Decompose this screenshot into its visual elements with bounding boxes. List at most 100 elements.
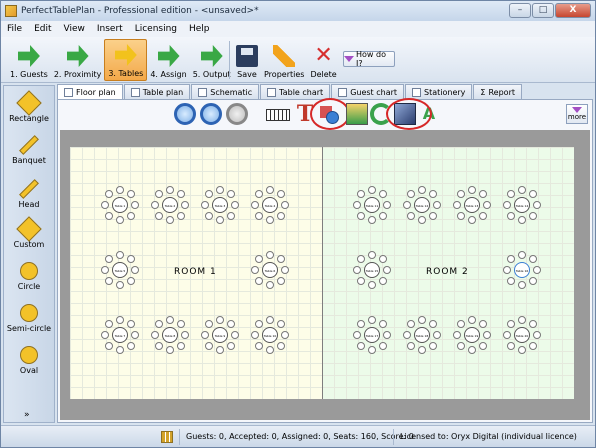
seat[interactable] — [216, 186, 224, 194]
round-table[interactable]: Table 12 — [402, 185, 442, 225]
seat[interactable] — [407, 341, 416, 350]
tab-schematic[interactable]: Schematic — [191, 84, 260, 99]
seat[interactable] — [181, 331, 189, 339]
round-table[interactable]: Table 3 — [200, 185, 240, 225]
seat[interactable] — [357, 276, 366, 285]
seat[interactable] — [503, 266, 511, 274]
seat[interactable] — [166, 186, 174, 194]
seat[interactable] — [468, 346, 476, 354]
step-guests-button[interactable]: 1. Guests — [7, 39, 51, 81]
seat[interactable] — [231, 201, 239, 209]
seat[interactable] — [383, 266, 391, 274]
seat[interactable] — [131, 201, 139, 209]
round-table[interactable]: Table 6 — [250, 250, 290, 290]
palette-semicircle[interactable]: Semi-circle — [4, 304, 54, 333]
seat[interactable] — [255, 190, 264, 199]
seat[interactable] — [251, 201, 259, 209]
seat[interactable] — [266, 251, 274, 259]
palette-head[interactable]: Head — [4, 178, 54, 209]
seat[interactable] — [453, 201, 461, 209]
menu-view[interactable]: View — [64, 24, 85, 34]
close-button[interactable]: X — [555, 3, 591, 18]
delete-button[interactable]: ✕ Delete — [307, 39, 339, 81]
seat[interactable] — [266, 316, 274, 324]
seat[interactable] — [518, 281, 526, 289]
seat[interactable] — [407, 211, 416, 220]
seat[interactable] — [255, 320, 264, 329]
tab-table-plan[interactable]: Table plan — [123, 84, 191, 99]
seat[interactable] — [255, 276, 264, 285]
seat[interactable] — [457, 190, 466, 199]
tab-table-chart[interactable]: Table chart — [260, 84, 331, 99]
seat[interactable] — [507, 255, 516, 264]
seat[interactable] — [105, 211, 114, 220]
minimize-button[interactable]: – — [509, 3, 531, 18]
seat[interactable] — [116, 346, 124, 354]
seat[interactable] — [483, 331, 491, 339]
round-table[interactable]: Table 7 — [100, 315, 140, 355]
seat[interactable] — [533, 266, 541, 274]
seat[interactable] — [105, 190, 114, 199]
step-assign-button[interactable]: 4. Assign — [147, 39, 189, 81]
seat[interactable] — [518, 251, 526, 259]
seat[interactable] — [131, 266, 139, 274]
tab-stationery[interactable]: Stationery — [405, 84, 473, 99]
seat[interactable] — [457, 320, 466, 329]
palette-more-chevron-icon[interactable]: » — [24, 410, 30, 420]
seat[interactable] — [353, 201, 361, 209]
seat[interactable] — [357, 190, 366, 199]
seat[interactable] — [276, 255, 285, 264]
seat[interactable] — [528, 320, 537, 329]
round-table[interactable]: Table 18 — [402, 315, 442, 355]
seat[interactable] — [151, 201, 159, 209]
seat[interactable] — [407, 320, 416, 329]
save-button[interactable]: Save — [233, 39, 261, 81]
seat[interactable] — [205, 341, 214, 350]
seat[interactable] — [166, 216, 174, 224]
seat[interactable] — [255, 211, 264, 220]
seat[interactable] — [418, 186, 426, 194]
seat[interactable] — [518, 186, 526, 194]
seat[interactable] — [518, 346, 526, 354]
palette-rectangle[interactable]: Rectangle — [4, 90, 54, 123]
seat[interactable] — [518, 216, 526, 224]
seat[interactable] — [155, 190, 164, 199]
seat[interactable] — [507, 276, 516, 285]
seat[interactable] — [507, 190, 516, 199]
seat[interactable] — [281, 331, 289, 339]
tab-floor-plan[interactable]: Floor plan — [57, 84, 123, 100]
seat[interactable] — [368, 316, 376, 324]
seat[interactable] — [478, 320, 487, 329]
seat[interactable] — [281, 201, 289, 209]
seat[interactable] — [428, 211, 437, 220]
seat[interactable] — [507, 211, 516, 220]
menu-file[interactable]: File — [7, 24, 22, 34]
step-proximity-button[interactable]: 2. Proximity — [51, 39, 104, 81]
round-table[interactable]: Table 20 — [502, 315, 542, 355]
seat[interactable] — [176, 341, 185, 350]
seat[interactable] — [155, 320, 164, 329]
seat[interactable] — [378, 341, 387, 350]
seat[interactable] — [276, 276, 285, 285]
seat[interactable] — [528, 255, 537, 264]
seat[interactable] — [433, 331, 441, 339]
seat[interactable] — [216, 216, 224, 224]
seat[interactable] — [276, 190, 285, 199]
seat[interactable] — [418, 216, 426, 224]
zoom-out-icon[interactable] — [226, 103, 248, 125]
seat[interactable] — [201, 201, 209, 209]
seat[interactable] — [266, 281, 274, 289]
seat[interactable] — [357, 255, 366, 264]
seat[interactable] — [105, 276, 114, 285]
seat[interactable] — [428, 341, 437, 350]
seat[interactable] — [226, 211, 235, 220]
seat[interactable] — [428, 320, 437, 329]
seat[interactable] — [428, 190, 437, 199]
seat[interactable] — [383, 201, 391, 209]
seat[interactable] — [266, 346, 274, 354]
seat[interactable] — [231, 331, 239, 339]
seat[interactable] — [528, 341, 537, 350]
menu-edit[interactable]: Edit — [34, 24, 51, 34]
seat[interactable] — [378, 320, 387, 329]
palette-banquet[interactable]: Banquet — [4, 134, 54, 165]
